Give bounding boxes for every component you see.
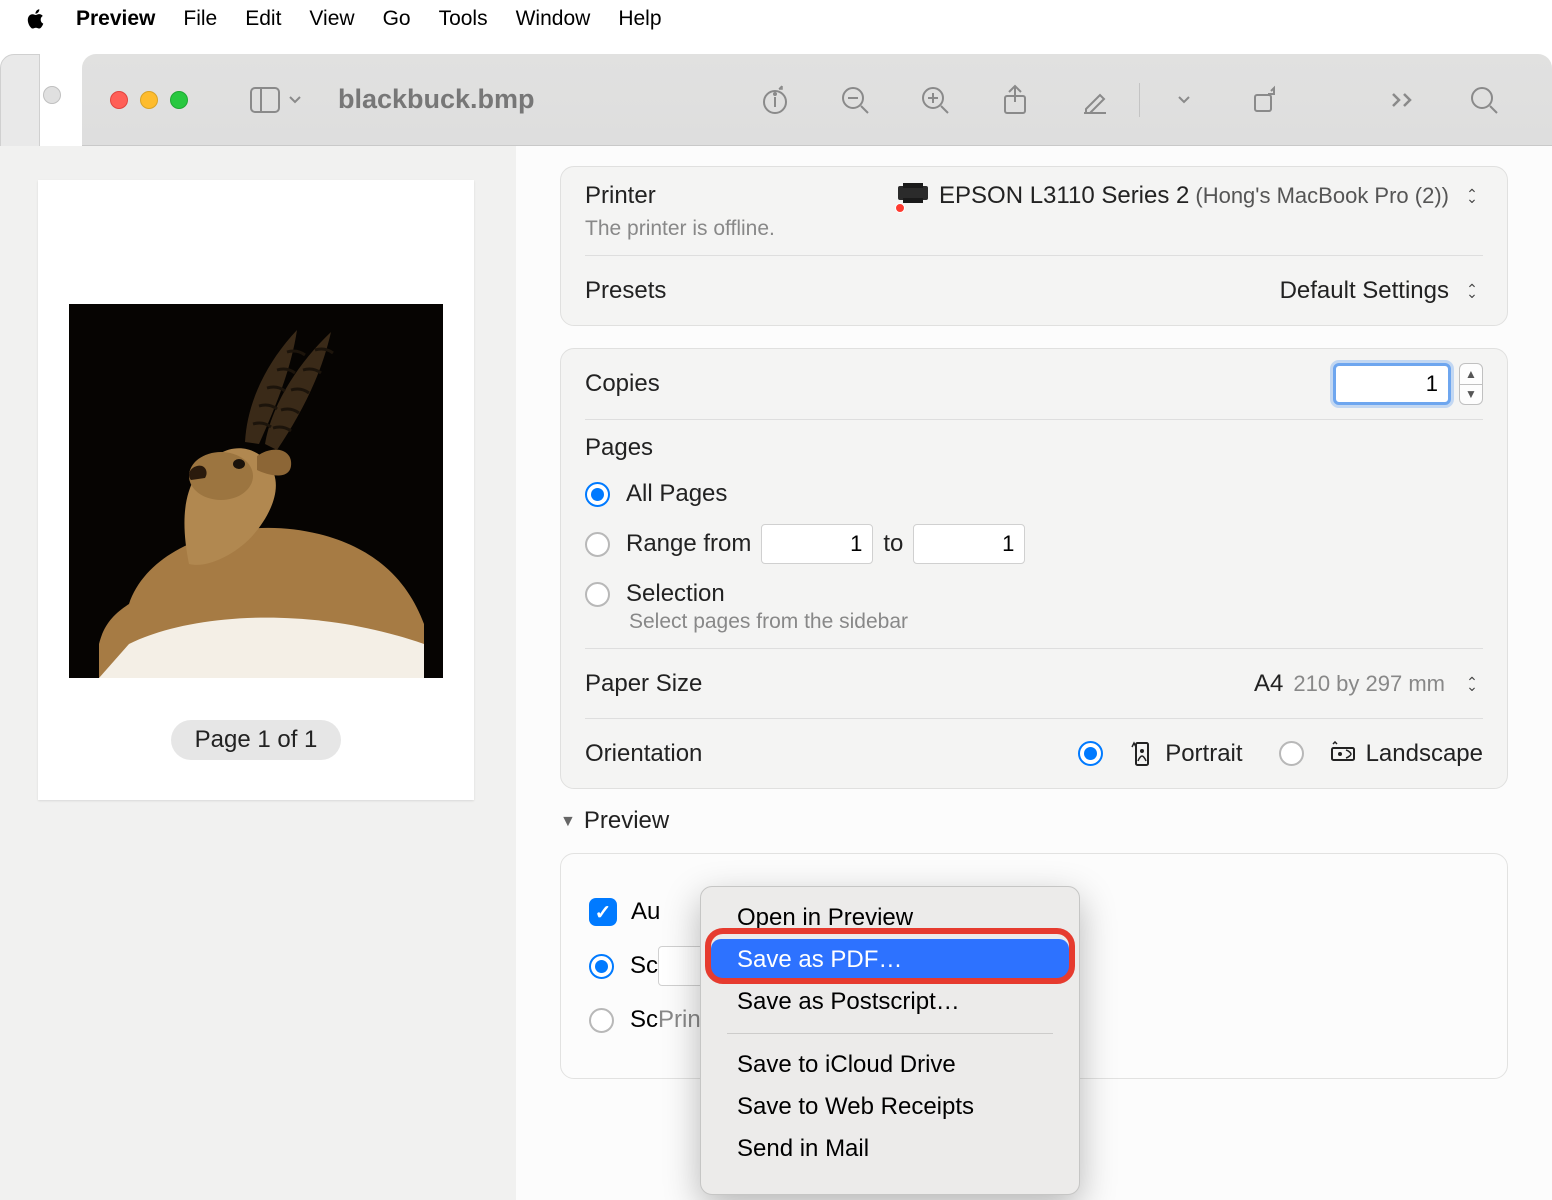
print-preview-pane: Page 1 of 1 bbox=[0, 146, 516, 1200]
printer-status: The printer is offline. bbox=[585, 217, 775, 241]
minimize-window-button[interactable] bbox=[140, 91, 158, 109]
orientation-landscape-label: Landscape bbox=[1366, 740, 1483, 768]
menu-tools[interactable]: Tools bbox=[439, 7, 488, 31]
chevron-down-small-icon[interactable] bbox=[1160, 76, 1208, 124]
orientation-portrait-radio[interactable] bbox=[1078, 741, 1103, 766]
window-title: blackbuck.bmp bbox=[338, 84, 535, 115]
presets-popup-icon[interactable] bbox=[1461, 276, 1483, 306]
pages-all-label: All Pages bbox=[626, 480, 727, 508]
printer-label: Printer bbox=[585, 182, 656, 210]
presets-label: Presets bbox=[585, 277, 666, 305]
range-from-input[interactable] bbox=[761, 524, 873, 564]
pages-label: Pages bbox=[585, 434, 653, 462]
orientation-portrait-label: Portrait bbox=[1165, 740, 1242, 768]
pages-selection-hint: Select pages from the sidebar bbox=[629, 610, 908, 634]
printer-icon bbox=[897, 182, 929, 211]
range-to-label: to bbox=[883, 530, 903, 558]
radio-selected-icon[interactable] bbox=[585, 482, 610, 507]
chevron-down-icon[interactable] bbox=[288, 93, 302, 107]
copies-input[interactable] bbox=[1333, 363, 1451, 405]
menu-send-in-mail[interactable]: Send in Mail bbox=[711, 1128, 1069, 1170]
paper-size-value: A4 bbox=[1254, 670, 1283, 698]
landscape-icon bbox=[1330, 741, 1356, 767]
paper-size-row[interactable]: Paper Size A4 210 by 297 mm bbox=[585, 648, 1483, 718]
markup-icon[interactable] bbox=[1071, 76, 1119, 124]
printer-presets-panel: Printer EPSON L3110 Series 2 (Hong's Mac… bbox=[560, 166, 1508, 326]
printer-name: EPSON L3110 Series 2 bbox=[939, 182, 1189, 210]
zoom-in-icon[interactable] bbox=[911, 76, 959, 124]
radio-selected-icon[interactable] bbox=[589, 954, 614, 979]
preview-image bbox=[69, 304, 443, 678]
menu-file[interactable]: File bbox=[183, 7, 217, 31]
copies-row: Copies ▲▼ bbox=[585, 349, 1483, 419]
scale-label-1: Sc bbox=[630, 952, 658, 980]
pages-range-option[interactable]: Range from to bbox=[585, 524, 1035, 564]
apple-logo-icon[interactable] bbox=[24, 7, 48, 31]
zoom-out-icon[interactable] bbox=[831, 76, 879, 124]
portrait-icon bbox=[1129, 741, 1155, 767]
menu-view[interactable]: View bbox=[309, 7, 354, 31]
auto-rotate-label: Au bbox=[631, 898, 660, 926]
presets-value: Default Settings bbox=[1280, 277, 1449, 305]
background-window-traffic bbox=[43, 86, 61, 104]
page-preview-card: Page 1 of 1 bbox=[38, 180, 474, 800]
chevron-down-icon: ▼ bbox=[560, 813, 576, 831]
page-indicator-badge: Page 1 of 1 bbox=[171, 720, 342, 760]
zoom-window-button[interactable] bbox=[170, 91, 188, 109]
printer-row[interactable]: Printer EPSON L3110 Series 2 (Hong's Mac… bbox=[585, 167, 1483, 255]
scale-label-2: Sc bbox=[630, 1006, 658, 1034]
menu-window[interactable]: Window bbox=[516, 7, 591, 31]
paper-size-popup-icon[interactable] bbox=[1461, 669, 1483, 699]
radio-icon[interactable] bbox=[585, 582, 610, 607]
printer-popup-icon[interactable] bbox=[1461, 181, 1483, 211]
orientation-landscape-radio[interactable] bbox=[1279, 741, 1304, 766]
inspector-icon[interactable] bbox=[751, 76, 799, 124]
pages-selection-option[interactable]: Selection bbox=[585, 580, 725, 608]
traffic-lights bbox=[110, 91, 188, 109]
pages-range-label: Range from bbox=[626, 530, 751, 558]
paper-size-label: Paper Size bbox=[585, 670, 702, 698]
orientation-row: Orientation Portrait Landscape bbox=[585, 718, 1483, 788]
orientation-label: Orientation bbox=[585, 740, 702, 768]
search-icon[interactable] bbox=[1460, 76, 1508, 124]
checkbox-checked-icon[interactable]: ✓ bbox=[589, 898, 617, 926]
pages-row: Pages All Pages Range from to Selection … bbox=[585, 419, 1483, 648]
toolbar: blackbuck.bmp bbox=[82, 54, 1552, 146]
presets-row[interactable]: Presets Default Settings bbox=[585, 255, 1483, 325]
menu-save-icloud[interactable]: Save to iCloud Drive bbox=[711, 1044, 1069, 1086]
pages-selection-label: Selection bbox=[626, 580, 725, 608]
radio-icon[interactable] bbox=[585, 532, 610, 557]
radio-icon[interactable] bbox=[589, 1008, 614, 1033]
close-window-button[interactable] bbox=[110, 91, 128, 109]
pdf-dropdown-menu: Open in Preview Save as PDF… Save as Pos… bbox=[700, 886, 1080, 1195]
copies-stepper[interactable]: ▲▼ bbox=[1459, 363, 1483, 405]
menu-open-in-preview[interactable]: Open in Preview bbox=[711, 897, 1069, 939]
range-to-input[interactable] bbox=[913, 524, 1025, 564]
rotate-icon[interactable] bbox=[1240, 76, 1288, 124]
preview-section-label: Preview bbox=[584, 807, 669, 835]
menu-separator bbox=[727, 1033, 1053, 1034]
menu-save-as-postscript[interactable]: Save as Postscript… bbox=[711, 981, 1069, 1023]
menu-app[interactable]: Preview bbox=[76, 7, 155, 31]
preview-disclosure[interactable]: ▼ Preview bbox=[560, 807, 1508, 835]
paper-size-dimensions: 210 by 297 mm bbox=[1293, 671, 1445, 697]
share-icon[interactable] bbox=[991, 76, 1039, 124]
sidebar-toggle-icon[interactable] bbox=[250, 87, 302, 113]
copies-label: Copies bbox=[585, 370, 660, 398]
printer-owner: (Hong's MacBook Pro (2)) bbox=[1195, 183, 1449, 209]
menu-edit[interactable]: Edit bbox=[245, 7, 281, 31]
print-options-panel: Copies ▲▼ Pages All Pages Range from to bbox=[560, 348, 1508, 789]
menu-go[interactable]: Go bbox=[383, 7, 411, 31]
overflow-icon[interactable] bbox=[1380, 76, 1428, 124]
menubar: Preview File Edit View Go Tools Window H… bbox=[0, 0, 1552, 38]
menu-save-as-pdf[interactable]: Save as PDF… bbox=[711, 939, 1069, 981]
pages-all-option[interactable]: All Pages bbox=[585, 480, 727, 508]
menu-help[interactable]: Help bbox=[618, 7, 661, 31]
menu-save-web-receipts[interactable]: Save to Web Receipts bbox=[711, 1086, 1069, 1128]
